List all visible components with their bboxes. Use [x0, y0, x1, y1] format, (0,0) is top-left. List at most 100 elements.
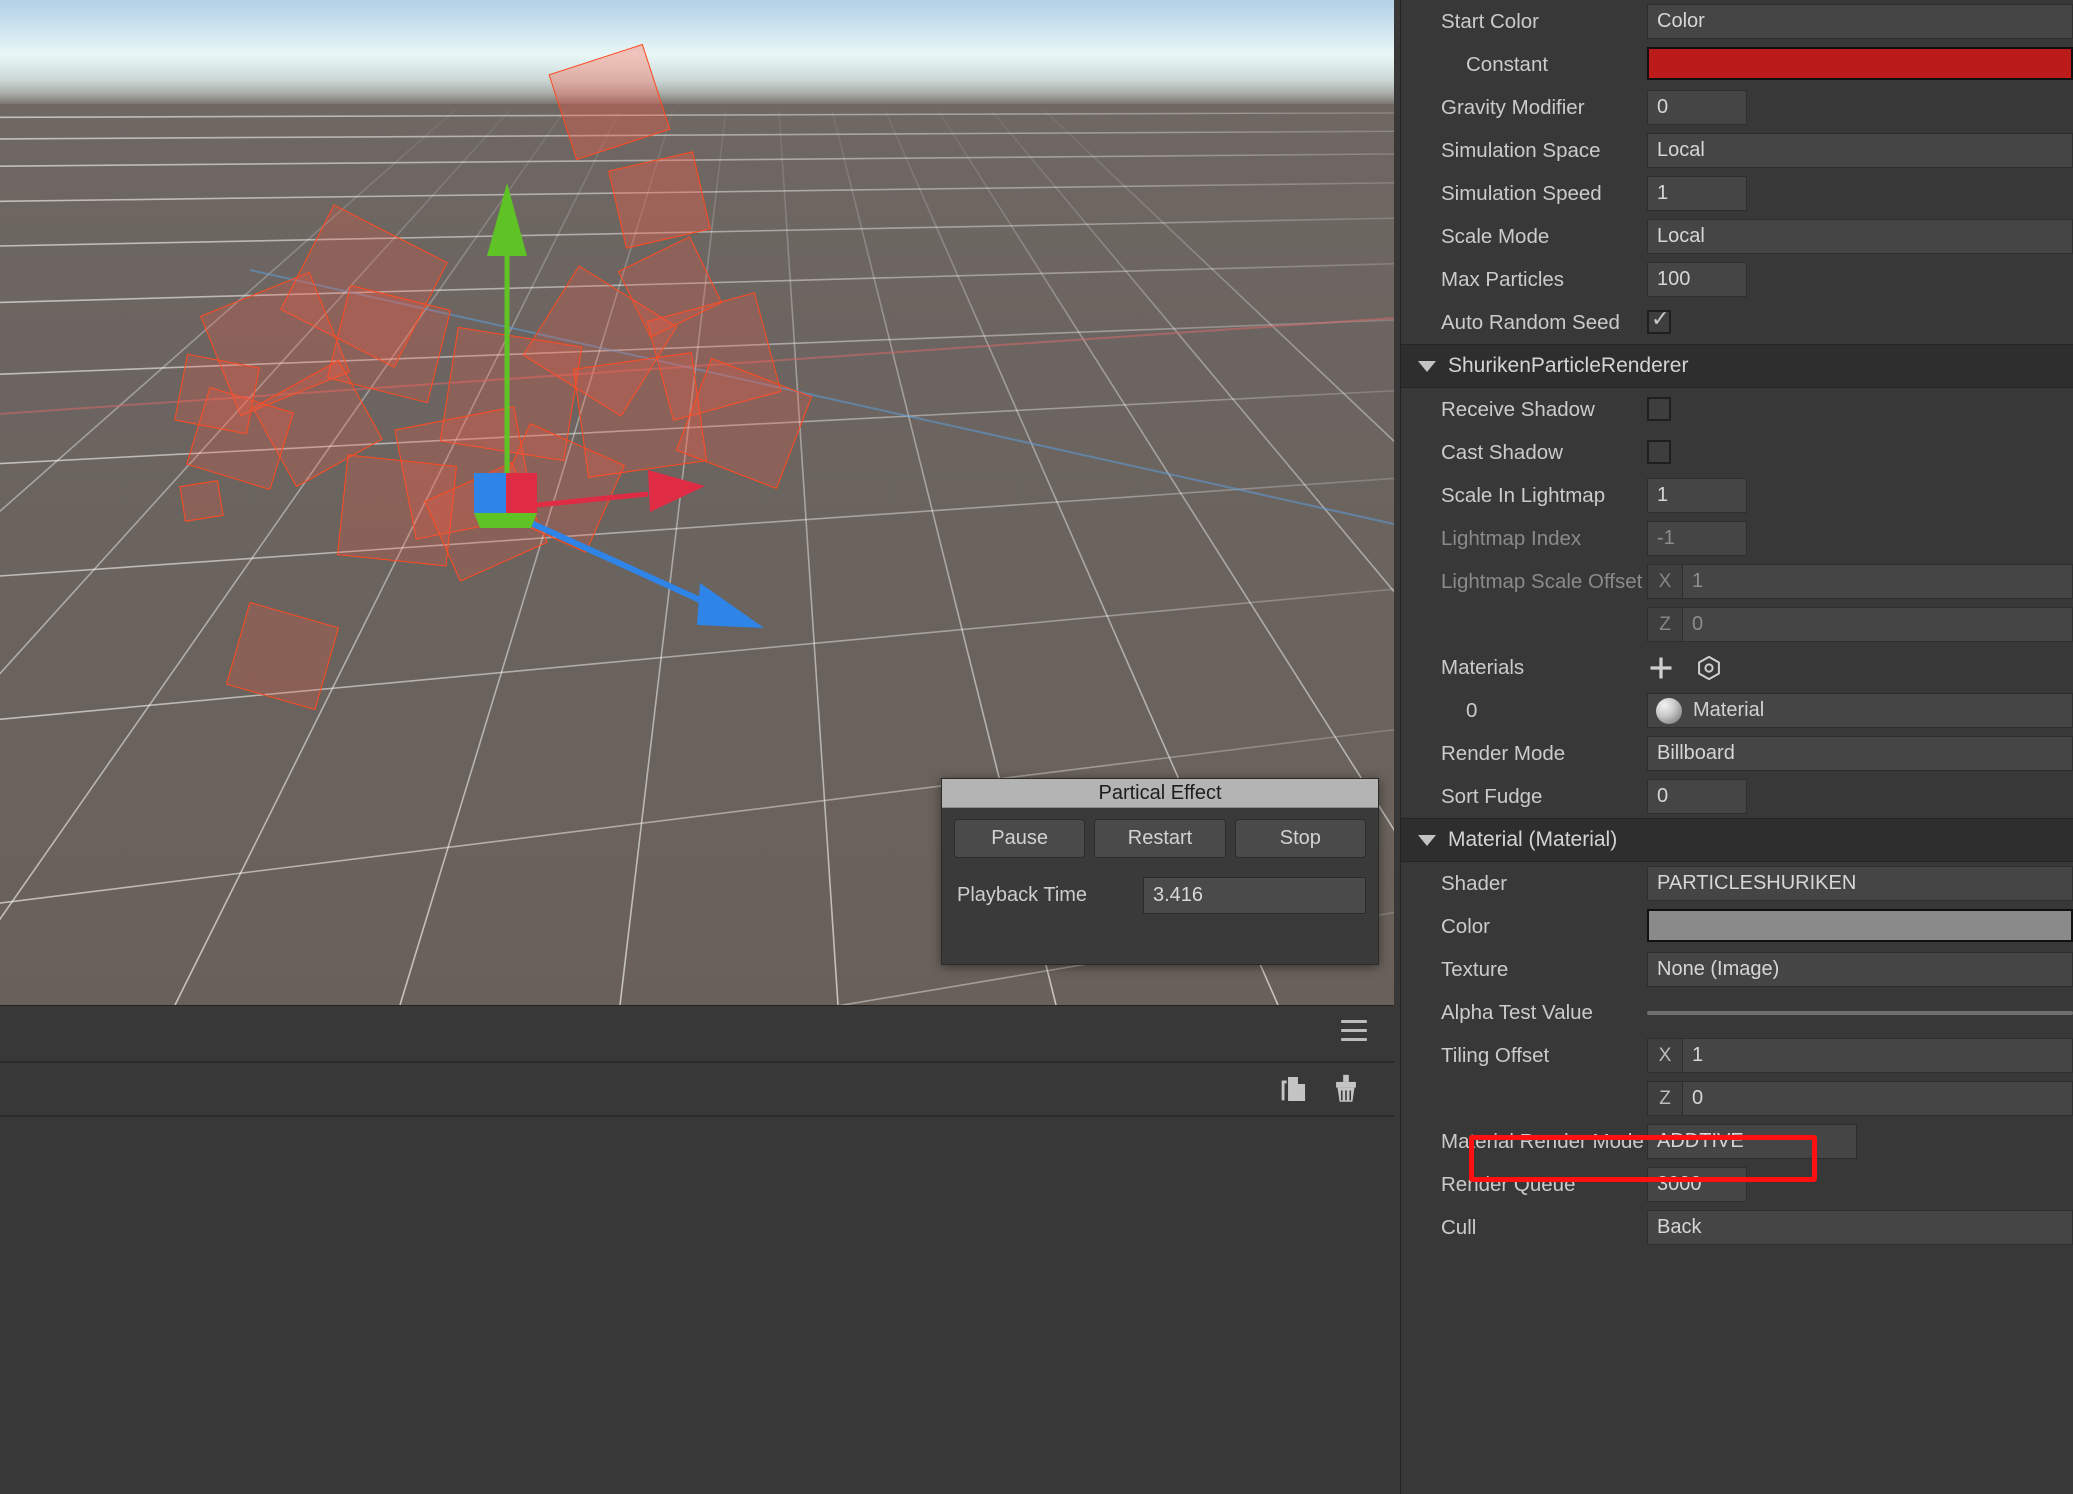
field-sort-fudge[interactable]: 0: [1647, 779, 1747, 814]
row-constant[interactable]: Constant: [1401, 43, 2073, 86]
label-auto-random-seed: Auto Random Seed: [1441, 311, 1620, 335]
field-material-render-mode[interactable]: ADDTIVE: [1647, 1124, 1857, 1159]
label-scale-in-lightmap: Scale In Lightmap: [1441, 484, 1605, 508]
row-simulation-space[interactable]: Simulation Space Local: [1401, 129, 2073, 172]
field-gravity-modifier[interactable]: 0: [1647, 90, 1747, 125]
pause-button[interactable]: Pause: [954, 819, 1085, 858]
chevron-down-icon[interactable]: [1418, 361, 1436, 372]
section-header-material[interactable]: Material (Material): [1401, 818, 2073, 862]
field-scale-mode[interactable]: Local: [1647, 219, 2073, 254]
target-icon[interactable]: [1695, 654, 1723, 682]
row-receive-shadow[interactable]: Receive Shadow: [1401, 388, 2073, 431]
field-scale-in-lightmap[interactable]: 1: [1647, 478, 1747, 513]
bottom-panel: [0, 1005, 1394, 1494]
field-texture[interactable]: None (Image): [1647, 952, 2073, 987]
color-swatch-material[interactable]: [1647, 909, 2073, 942]
label-max-particles: Max Particles: [1441, 268, 1564, 292]
label-simulation-speed: Simulation Speed: [1441, 182, 1602, 206]
particle-effect-buttons: Pause Restart Stop: [942, 808, 1378, 858]
field-cull[interactable]: Back: [1647, 1210, 2073, 1245]
field-shader[interactable]: PARTICLESHURIKEN: [1647, 866, 2073, 901]
row-texture[interactable]: Texture None (Image): [1401, 948, 2073, 991]
field-lightmap-scale-offset-x: 1: [1683, 564, 2073, 599]
section-title-material: Material (Material): [1448, 828, 1617, 852]
row-cull[interactable]: Cull Back: [1401, 1206, 2073, 1249]
field-lightmap-index: -1: [1647, 521, 1747, 556]
label-cull: Cull: [1441, 1216, 1476, 1240]
row-material-slot-0[interactable]: 0 Material: [1401, 689, 2073, 732]
label-constant: Constant: [1466, 53, 1548, 77]
checkbox-receive-shadow[interactable]: [1647, 397, 1671, 421]
row-gravity-modifier[interactable]: Gravity Modifier 0: [1401, 86, 2073, 129]
row-material-color[interactable]: Color: [1401, 905, 2073, 948]
particle-quad: [179, 480, 223, 522]
row-start-color[interactable]: Start Color Color: [1401, 0, 2073, 43]
label-receive-shadow: Receive Shadow: [1441, 398, 1595, 422]
particle-effect-panel[interactable]: Partical Effect Pause Restart Stop Playb…: [941, 778, 1379, 965]
row-tiling-offset-x[interactable]: Tiling Offset X 1: [1401, 1034, 2073, 1077]
row-cast-shadow[interactable]: Cast Shadow: [1401, 431, 2073, 474]
playback-time-input[interactable]: 3.416: [1143, 877, 1366, 914]
label-gravity-modifier: Gravity Modifier: [1441, 96, 1585, 120]
chevron-down-icon[interactable]: [1418, 835, 1436, 846]
restart-button[interactable]: Restart: [1094, 819, 1225, 858]
row-auto-random-seed[interactable]: Auto Random Seed: [1401, 301, 2073, 344]
color-swatch-constant[interactable]: [1647, 47, 2073, 80]
material-slot[interactable]: Material: [1647, 693, 2073, 728]
stop-button[interactable]: Stop: [1235, 819, 1366, 858]
bottom-panel-row-1: [0, 1006, 1394, 1063]
row-render-mode[interactable]: Render Mode Billboard: [1401, 732, 2073, 775]
row-sort-fudge[interactable]: Sort Fudge 0: [1401, 775, 2073, 818]
row-render-queue[interactable]: Render Queue 3000: [1401, 1163, 2073, 1206]
axis-label-z: Z: [1647, 607, 1683, 642]
row-material-render-mode[interactable]: Material Render Mode ADDTIVE: [1401, 1120, 2073, 1163]
inspector-panel: Start Color Color Constant Gravity Modif…: [1400, 0, 2073, 1494]
label-start-color: Start Color: [1441, 10, 1539, 34]
row-max-particles[interactable]: Max Particles 100: [1401, 258, 2073, 301]
row-simulation-speed[interactable]: Simulation Speed 1: [1401, 172, 2073, 215]
playback-time-label: Playback Time: [957, 884, 1143, 907]
label-alpha-test-value: Alpha Test Value: [1441, 1001, 1593, 1025]
clear-broom-icon[interactable]: [1329, 1072, 1363, 1106]
row-lightmap-index: Lightmap Index -1: [1401, 517, 2073, 560]
axis-label-x: X: [1647, 1038, 1683, 1073]
label-cast-shadow: Cast Shadow: [1441, 441, 1563, 465]
field-start-color[interactable]: Color: [1647, 4, 2073, 39]
label-sort-fudge: Sort Fudge: [1441, 785, 1542, 809]
row-tiling-offset-z[interactable]: Z 0: [1401, 1077, 2073, 1120]
row-alpha-test-value[interactable]: Alpha Test Value: [1401, 991, 2073, 1034]
field-tiling-offset-z[interactable]: 0: [1683, 1081, 2073, 1116]
label-render-queue: Render Queue: [1441, 1173, 1575, 1197]
row-scale-mode[interactable]: Scale Mode Local: [1401, 215, 2073, 258]
copy-icon[interactable]: [1276, 1072, 1310, 1106]
section-title-renderer: ShurikenParticleRenderer: [1448, 354, 1688, 378]
row-materials: Materials: [1401, 646, 2073, 689]
field-tiling-offset-x[interactable]: 1: [1683, 1038, 2073, 1073]
slider-alpha-test-value[interactable]: [1647, 1011, 2073, 1015]
hamburger-icon[interactable]: [1341, 1020, 1367, 1042]
label-lightmap-scale-offset: Lightmap Scale Offset: [1441, 570, 1642, 594]
field-simulation-speed[interactable]: 1: [1647, 176, 1747, 211]
label-shader: Shader: [1441, 872, 1507, 896]
scene-view[interactable]: Partical Effect Pause Restart Stop Playb…: [0, 0, 1394, 1005]
field-simulation-space[interactable]: Local: [1647, 133, 2073, 168]
section-header-renderer[interactable]: ShurikenParticleRenderer: [1401, 344, 2073, 388]
plus-icon[interactable]: [1647, 654, 1675, 682]
row-scale-in-lightmap[interactable]: Scale In Lightmap 1: [1401, 474, 2073, 517]
particle-effect-title: Partical Effect: [942, 779, 1378, 808]
checkbox-auto-random-seed[interactable]: [1647, 310, 1671, 334]
material-sphere-icon: [1656, 698, 1682, 724]
label-materials: Materials: [1441, 656, 1524, 680]
field-max-particles[interactable]: 100: [1647, 262, 1747, 297]
label-simulation-space: Simulation Space: [1441, 139, 1601, 163]
checkbox-cast-shadow[interactable]: [1647, 440, 1671, 464]
field-lightmap-scale-offset-z: 0: [1683, 607, 2073, 642]
field-render-queue[interactable]: 3000: [1647, 1167, 1747, 1202]
unity-editor-window: Partical Effect Pause Restart Stop Playb…: [0, 0, 2073, 1494]
row-shader[interactable]: Shader PARTICLESHURIKEN: [1401, 862, 2073, 905]
label-tiling-offset: Tiling Offset: [1441, 1044, 1549, 1068]
field-render-mode[interactable]: Billboard: [1647, 736, 2073, 771]
material-name: Material: [1693, 699, 1764, 722]
particle-quad: [174, 354, 260, 435]
axis-label-z: Z: [1647, 1081, 1683, 1116]
